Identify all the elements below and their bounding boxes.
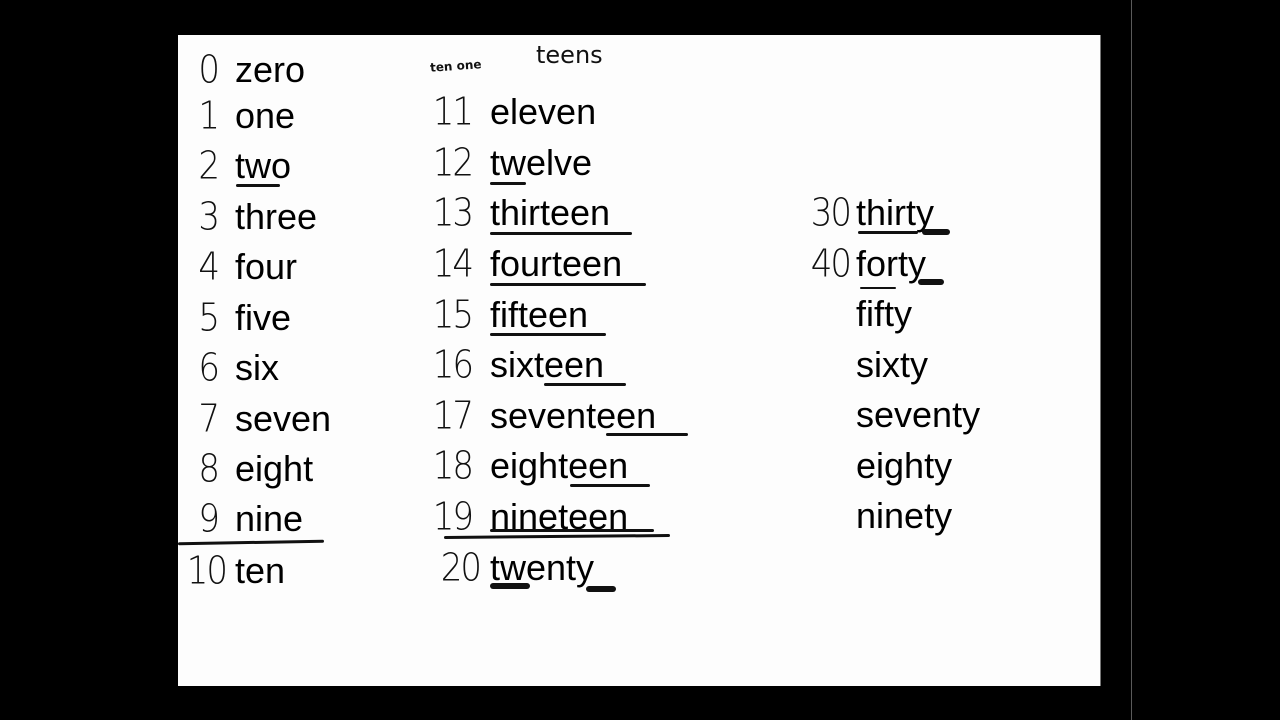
number-row: 40 forty	[800, 241, 926, 287]
number-word: eighty	[856, 445, 953, 486]
numeral: 9	[198, 496, 220, 542]
underline-y	[918, 279, 944, 285]
numeral: 5	[198, 295, 220, 341]
numeral: 6	[198, 345, 220, 391]
underline-tw	[490, 182, 526, 185]
number-word: five	[235, 297, 292, 338]
number-word: eight	[235, 448, 314, 489]
number-word: seven	[235, 398, 332, 439]
numeral: 17	[432, 393, 474, 439]
underline-tw	[236, 184, 280, 187]
underline-y	[922, 229, 950, 235]
numeral: 1	[198, 93, 220, 139]
number-word: ten	[235, 550, 286, 591]
numeral: 8	[198, 446, 220, 492]
numeral: 18	[432, 443, 474, 489]
number-row: 10 ten	[182, 548, 285, 594]
number-word: six	[235, 347, 279, 388]
number-word: fifty	[856, 293, 913, 334]
number-row: sixty	[800, 342, 928, 388]
number-row: ninety	[800, 493, 952, 539]
underline-fif	[490, 333, 540, 336]
number-word: twelve	[490, 142, 593, 183]
numeral: 4	[198, 244, 220, 290]
underline-nineteen	[490, 529, 654, 532]
number-word: nine	[235, 498, 304, 539]
number-row: 9 nine	[186, 496, 303, 542]
numeral: 30	[810, 190, 852, 236]
player-divider-line	[1131, 0, 1132, 720]
number-row: 14 fourteen	[432, 241, 622, 287]
annotation-teens: teens	[536, 41, 603, 69]
underline-teen	[564, 283, 646, 286]
number-word: thirteen	[490, 192, 611, 233]
number-row: 6 six	[186, 345, 279, 391]
whiteboard: ten one teens 0 zero 1 one 2 two 3 three 4 fo…	[177, 35, 1101, 686]
numeral: 11	[432, 89, 474, 135]
numeral: 15	[432, 292, 474, 338]
numeral: 14	[432, 241, 474, 287]
number-row: 1 one	[186, 93, 295, 139]
underline-teen	[606, 433, 688, 436]
number-word: zero	[235, 49, 306, 90]
number-row: 19 nineteen	[432, 494, 628, 540]
number-row: 5 five	[186, 295, 291, 341]
number-row: 18 eighteen	[432, 443, 628, 489]
numeral: 19	[432, 494, 474, 540]
numeral: 10	[186, 548, 228, 594]
number-row: 8 eight	[186, 446, 313, 492]
number-row: 12 twelve	[432, 140, 592, 186]
numeral: 20	[440, 545, 482, 591]
underline-tw	[490, 583, 530, 589]
number-row: 13 thirteen	[432, 190, 610, 236]
number-row: 2 two	[186, 143, 291, 189]
underline-four	[490, 283, 570, 286]
number-word: seventeen	[490, 395, 657, 436]
numeral: 12	[432, 140, 474, 186]
number-word: three	[235, 196, 318, 237]
number-word: four	[235, 246, 298, 287]
numeral: 40	[810, 241, 852, 287]
number-row: 7 seven	[186, 396, 331, 442]
annotation-ten-one: ten one	[429, 57, 482, 75]
number-word: one	[235, 95, 296, 136]
underline-y	[586, 586, 616, 592]
underline-teen	[544, 383, 626, 386]
number-word: sixteen	[490, 344, 605, 385]
number-word: eighteen	[490, 445, 629, 486]
number-row: 16 sixteen	[432, 342, 604, 388]
number-word: forty	[856, 243, 927, 284]
number-word: ninety	[856, 495, 953, 536]
underline-teen	[570, 484, 650, 487]
number-word: two	[235, 145, 292, 186]
number-row: 4 four	[186, 244, 297, 290]
number-row: 15 fifteen	[432, 292, 588, 338]
numeral: 7	[198, 396, 220, 442]
number-row: 11 eleven	[432, 89, 596, 135]
number-word: thirty	[856, 192, 935, 233]
number-row: seventy	[800, 392, 980, 438]
numeral: 13	[432, 190, 474, 236]
number-row: eighty	[800, 443, 952, 489]
number-word: fifteen	[490, 294, 589, 335]
number-word: eleven	[490, 91, 597, 132]
numeral: 3	[198, 194, 220, 240]
number-row: fifty	[800, 291, 912, 337]
numeral: 2	[198, 143, 220, 189]
underline-thir	[858, 231, 918, 234]
number-row: 30 thirty	[800, 190, 934, 236]
underline-teen	[554, 232, 632, 235]
number-row: 0 zero	[186, 47, 305, 93]
numeral: 16	[432, 342, 474, 388]
number-word: seventy	[856, 394, 981, 435]
numeral: 0	[198, 47, 220, 93]
underline-teen	[538, 333, 606, 336]
overline-fif	[860, 287, 896, 289]
number-row: 3 three	[186, 194, 317, 240]
number-word: sixty	[856, 344, 928, 385]
number-word: fourteen	[490, 243, 623, 284]
underline-thir	[490, 232, 560, 235]
